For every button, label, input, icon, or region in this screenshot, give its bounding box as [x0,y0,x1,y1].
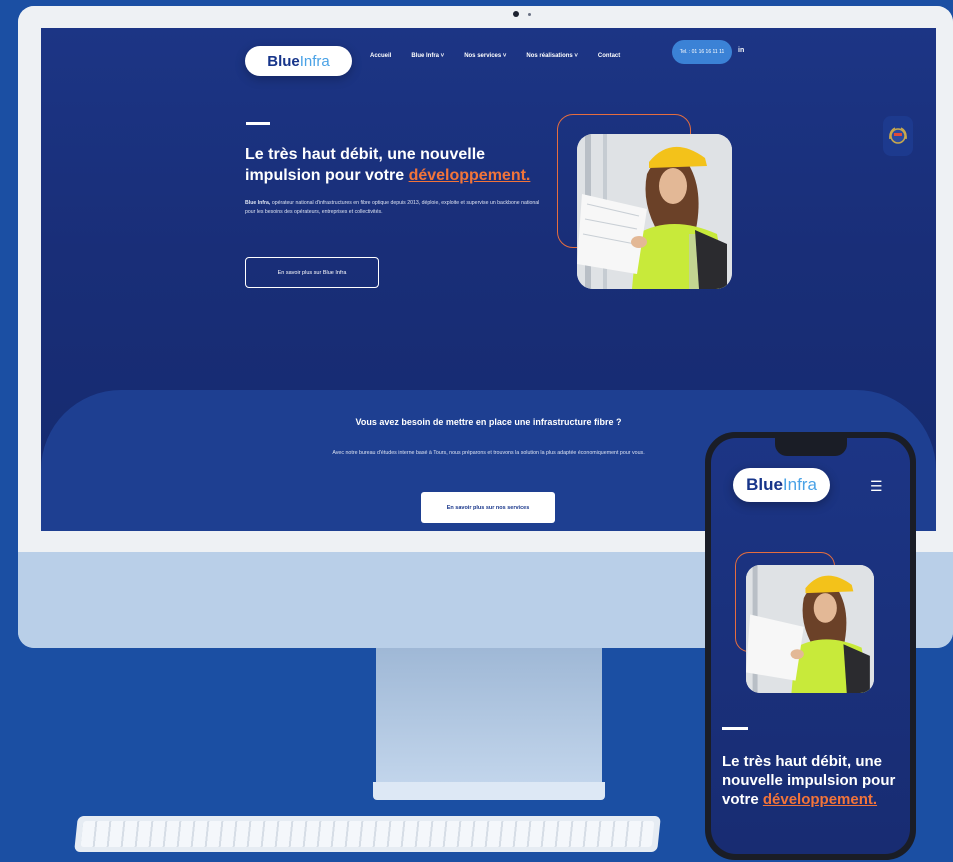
hero-desc-bold: Blue Infra, [245,200,271,206]
camera-icon [513,11,519,17]
main-nav: Accueil Blue Infra ˅ Nos services ˅ Nos … [370,48,640,64]
mobile-site-logo[interactable]: Blue Infra [733,468,830,502]
hero-divider [246,122,270,125]
services-cta-button[interactable]: En savoir plus sur nos services [421,492,555,523]
hero-cta-button[interactable]: En savoir plus sur Blue Infra [245,257,379,288]
mobile-hero-title: Le très haut débit, une nouvelle impulsi… [722,752,902,809]
camera-sensor [528,13,531,16]
site-logo[interactable]: Blue Infra [245,46,352,76]
monitor-stand-foot [373,782,605,800]
mobile-engineer-illustration [746,565,874,693]
mobile-logo-light: Infra [782,475,817,494]
mobile-hero-divider [722,727,748,730]
nav-item-blue-infra[interactable]: Blue Infra ˅ [411,53,444,59]
mobile-logo-bold: Blue [746,475,783,494]
hamburger-icon[interactable]: ☰ [870,478,883,495]
keyboard [74,816,661,852]
hero-title-accent: développement. [408,167,531,184]
engineer-illustration [577,134,732,289]
monitor-stand [376,648,602,788]
hero-description: Blue Infra, opérateur national d'infrast… [245,199,545,217]
logo-text-bold: Blue [267,52,300,70]
award-badge-icon[interactable] [883,116,913,156]
phone-button[interactable]: Tel. : 01 16 16 11 11 [672,40,732,64]
hero-photo-engineer [577,134,732,289]
phone-notch [775,438,847,456]
keyboard-keys [80,821,655,847]
logo-text-light: Infra [299,52,330,70]
hero-title: Le très haut débit, une nouvelle impulsi… [245,144,565,186]
services-description: Avec notre bureau d'études interne basé … [332,450,645,456]
laurel-icon [889,127,907,144]
nav-item-realisations[interactable]: Nos réalisations ˅ [526,53,578,59]
hero-desc-text: opérateur national d'infrastructures en … [245,200,540,215]
linkedin-icon[interactable]: in [738,47,744,54]
mobile-hero-title-accent: développement. [762,791,878,808]
services-title: Vous avez besoin de mettre en place une … [355,417,622,427]
mobile-hero-photo [746,565,874,693]
nav-item-contact[interactable]: Contact [598,53,620,59]
nav-item-accueil[interactable]: Accueil [370,53,391,59]
nav-item-services[interactable]: Nos services ˅ [464,53,506,59]
